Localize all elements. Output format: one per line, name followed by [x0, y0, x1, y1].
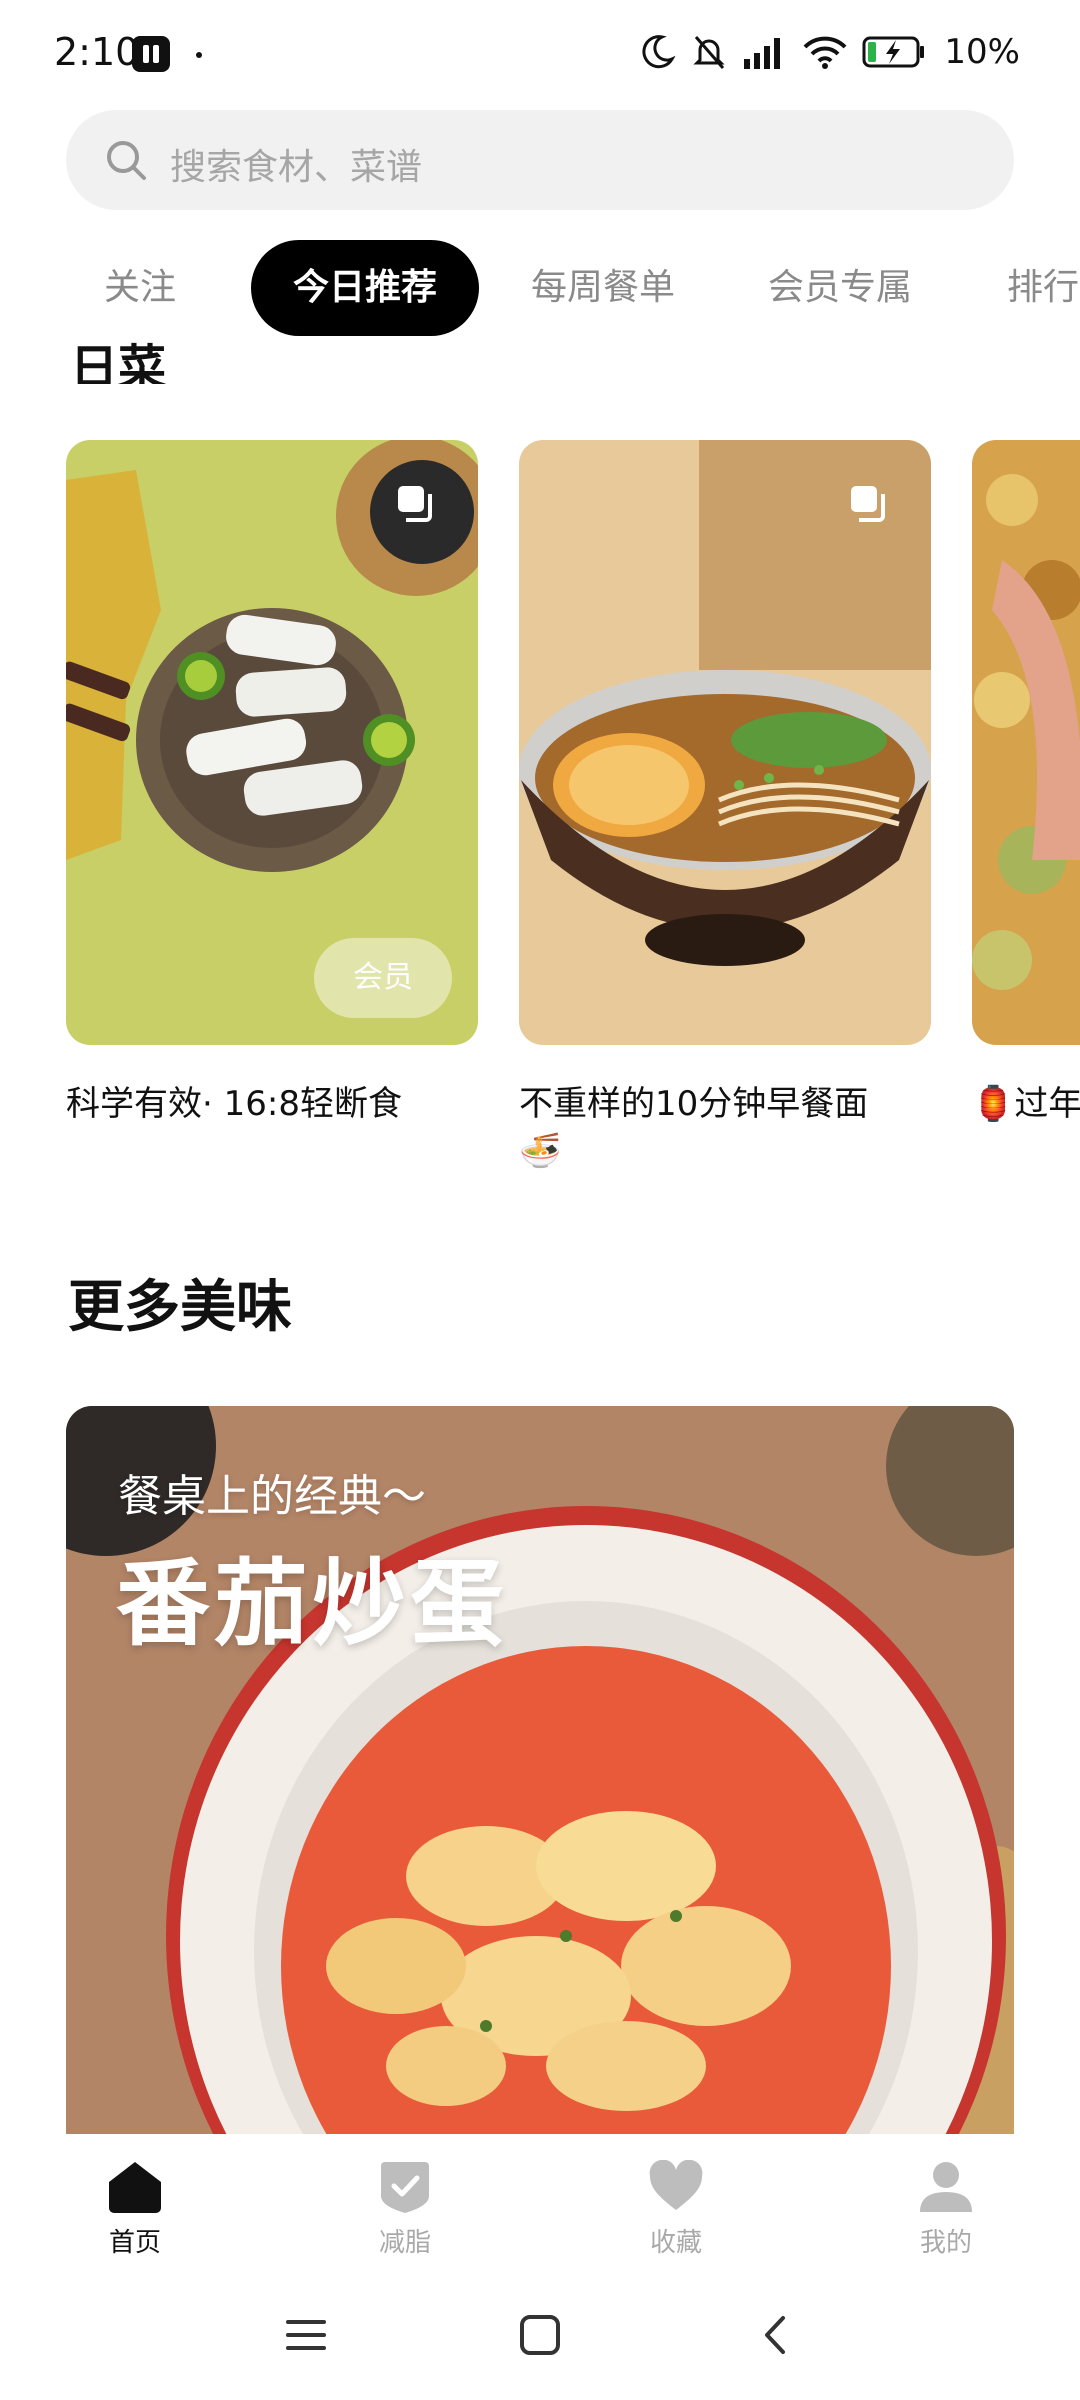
noodle-bowl-illustration — [519, 440, 931, 1045]
card-title-emoji: 🍜 — [519, 1131, 562, 1171]
nav-favorites-label: 收藏 — [649, 2228, 702, 2258]
heart-icon — [649, 2160, 703, 2210]
copy-icon — [851, 486, 885, 522]
collection-card[interactable]: 不重样的10分钟早餐面 🍜 — [519, 440, 931, 1173]
wifi-icon — [803, 36, 847, 69]
nav-favorites[interactable]: 收藏 — [596, 2160, 756, 2259]
search-placeholder: 搜索食材、菜谱 — [170, 147, 423, 188]
person-icon — [920, 2162, 972, 2212]
featured-recipe-card[interactable]: 餐桌上的经典～ 番茄炒蛋 — [66, 1406, 1014, 2134]
system-nav-bar — [0, 2274, 1080, 2400]
card-image — [519, 440, 931, 1045]
category-tabs: 关注 今日推荐 每周餐单 会员专属 排行 — [0, 240, 1080, 336]
nav-me-label: 我的 — [919, 2228, 972, 2258]
shield-check-icon — [381, 2162, 429, 2213]
moon-icon — [642, 35, 676, 69]
nav-home-label: 首页 — [108, 2228, 161, 2258]
tab-follow[interactable]: 关注 — [104, 240, 176, 336]
bottom-nav: 首页 减脂 收藏 我的 — [0, 2134, 1080, 2274]
feature-title: 番茄炒蛋 — [116, 1550, 509, 1659]
collection-card[interactable]: 🏮过年 — [972, 440, 1080, 1129]
battery-charging-icon — [862, 36, 925, 68]
snack-illustration — [972, 440, 1080, 1045]
nav-me[interactable]: 我的 — [866, 2160, 1026, 2259]
member-badge: 会员 — [314, 938, 452, 1018]
section-title-partial: 日菜 — [70, 340, 167, 384]
tab-member-exclusive[interactable]: 会员专属 — [768, 240, 912, 336]
search-bar[interactable]: 搜索食材、菜谱 — [66, 110, 1014, 210]
nav-home[interactable]: 首页 — [55, 2160, 215, 2259]
card-image — [972, 440, 1080, 1045]
status-icons: 10% — [638, 32, 1020, 72]
screen-record-icon — [132, 36, 170, 72]
nav-fat-loss[interactable]: 减脂 — [325, 2160, 485, 2259]
battery-percent: 10% — [944, 32, 1020, 72]
status-bar: 2:10 10% — [0, 0, 1080, 108]
menu-icon[interactable] — [285, 2314, 327, 2356]
card-title: 科学有效· 16:8轻断食 — [66, 1084, 402, 1124]
recipe-collection-row: 会员 科学有效· 16:8轻断食 不重样的10分钟早餐面 🍜 🏮过年 — [0, 440, 1080, 1200]
search-icon — [107, 141, 146, 180]
collection-card[interactable]: 会员 科学有效· 16:8轻断食 — [66, 440, 478, 1129]
tab-weekly-menu[interactable]: 每周餐单 — [531, 240, 675, 336]
home-icon — [109, 2162, 161, 2213]
card-image: 会员 — [66, 440, 478, 1045]
status-time: 2:10 — [54, 30, 140, 74]
back-icon[interactable] — [755, 2314, 797, 2356]
mute-bell-icon — [693, 36, 726, 69]
notification-dot-icon — [196, 52, 202, 58]
home-button-icon[interactable] — [519, 2314, 561, 2356]
section-title-more: 更多美味 — [68, 1275, 292, 1340]
signal-icon — [744, 38, 781, 69]
card-title: 🏮过年 — [972, 1084, 1080, 1124]
feature-subtitle: 餐桌上的经典～ — [118, 1471, 426, 1522]
nav-fat-loss-label: 减脂 — [378, 2228, 431, 2258]
tab-today-recommend[interactable]: 今日推荐 — [251, 240, 480, 336]
card-title: 不重样的10分钟早餐面 — [519, 1084, 869, 1124]
tab-ranking[interactable]: 排行 — [1007, 240, 1079, 336]
copy-icon — [398, 486, 432, 522]
